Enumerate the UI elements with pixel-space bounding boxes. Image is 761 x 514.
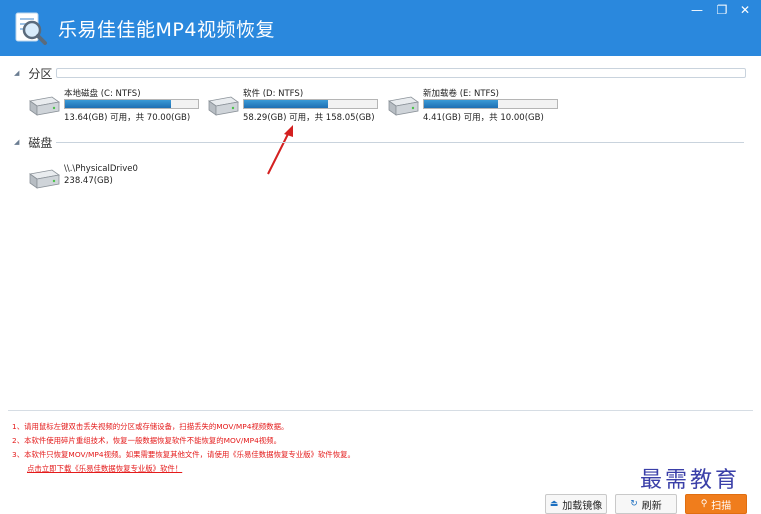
disk-section-label: 磁盘 xyxy=(28,135,53,150)
partition-section-label: 分区 xyxy=(28,66,53,81)
disk-name: \\.\PhysicalDrive0 xyxy=(64,164,138,174)
disk-size: 238.47(GB) xyxy=(64,176,113,186)
note-line: 3、本软件只恢复MOV/MP4视频。如果需要恢复其他文件，请使用《乐易佳数据恢复… xyxy=(12,450,355,459)
maximize-button[interactable]: ❐ xyxy=(714,2,730,18)
drive-name: 新加载卷 (E: NTFS) xyxy=(423,89,499,99)
notes-divider xyxy=(8,410,753,411)
collapse-triangle-icon[interactable]: ◢ xyxy=(14,69,19,77)
load-image-label: 加载镜像 xyxy=(562,500,603,512)
refresh-label: 刷新 xyxy=(641,500,662,512)
drive-usage-fill xyxy=(65,100,172,108)
hard-drive-icon xyxy=(28,169,60,189)
disk-item-physicaldrive0[interactable]: \\.\PhysicalDrive0 238.47(GB) xyxy=(26,164,166,194)
disk-section-header: ◢ 磁盘 xyxy=(14,134,52,150)
drive-name: 软件 (D: NTFS) xyxy=(243,89,304,99)
drive-item-e[interactable]: 新加载卷 (E: NTFS) 4.41(GB) 可用，共 10.00(GB) xyxy=(385,87,560,129)
drive-usage-fill xyxy=(424,100,499,108)
partition-section-header: ◢ 分区 xyxy=(14,65,52,81)
drive-usage-bar xyxy=(243,99,378,109)
hard-drive-icon xyxy=(387,96,419,116)
title-bar: 乐易佳佳能MP4视频恢复 — ❐ ✕ xyxy=(0,0,761,56)
refresh-icon: ↻ xyxy=(630,499,638,509)
watermark: 最需教育 xyxy=(640,468,741,493)
drive-size: 13.64(GB) 可用，共 70.00(GB) xyxy=(64,113,191,123)
scan-label: 扫描 xyxy=(711,500,732,512)
drive-size: 4.41(GB) 可用，共 10.00(GB) xyxy=(423,113,544,123)
partition-section-divider xyxy=(56,68,746,78)
note-line: 2、本软件使用碎片重组技术，恢复一般数据恢复软件不能恢复的MOV/MP4视频。 xyxy=(12,436,281,445)
app-title: 乐易佳佳能MP4视频恢复 xyxy=(58,19,275,41)
note-line: 1、请用鼠标左键双击丢失视频的分区或存储设备，扫描丢失的MOV/MP4视频数据。 xyxy=(12,422,289,431)
collapse-triangle-icon[interactable]: ◢ xyxy=(14,138,19,146)
search-icon: ⚲ xyxy=(700,499,708,509)
drive-usage-bar xyxy=(64,99,199,109)
scan-button[interactable]: ⚲ 扫描 xyxy=(685,494,747,514)
download-pro-link[interactable]: 点击立即下载《乐易佳数据恢复专业版》软件！ xyxy=(27,463,182,474)
annotation-arrow xyxy=(267,125,293,175)
hard-drive-icon xyxy=(28,96,60,116)
load-image-button[interactable]: ⏏ 加载镜像 xyxy=(545,494,607,514)
close-button[interactable]: ✕ xyxy=(737,2,753,18)
upload-icon: ⏏ xyxy=(549,499,559,509)
app-logo-icon xyxy=(15,12,47,45)
notes-panel: 1、请用鼠标左键双击丢失视频的分区或存储设备，扫描丢失的MOV/MP4视频数据。… xyxy=(12,420,355,462)
disk-section-divider xyxy=(56,142,744,143)
drive-name: 本地磁盘 (C: NTFS) xyxy=(64,89,141,99)
hard-drive-icon xyxy=(207,96,239,116)
refresh-button[interactable]: ↻ 刷新 xyxy=(615,494,677,514)
drive-usage-fill xyxy=(244,100,328,108)
drive-usage-bar xyxy=(423,99,558,109)
minimize-button[interactable]: — xyxy=(689,2,705,18)
drive-item-c[interactable]: 本地磁盘 (C: NTFS) 13.64(GB) 可用，共 70.00(GB) xyxy=(26,87,201,129)
